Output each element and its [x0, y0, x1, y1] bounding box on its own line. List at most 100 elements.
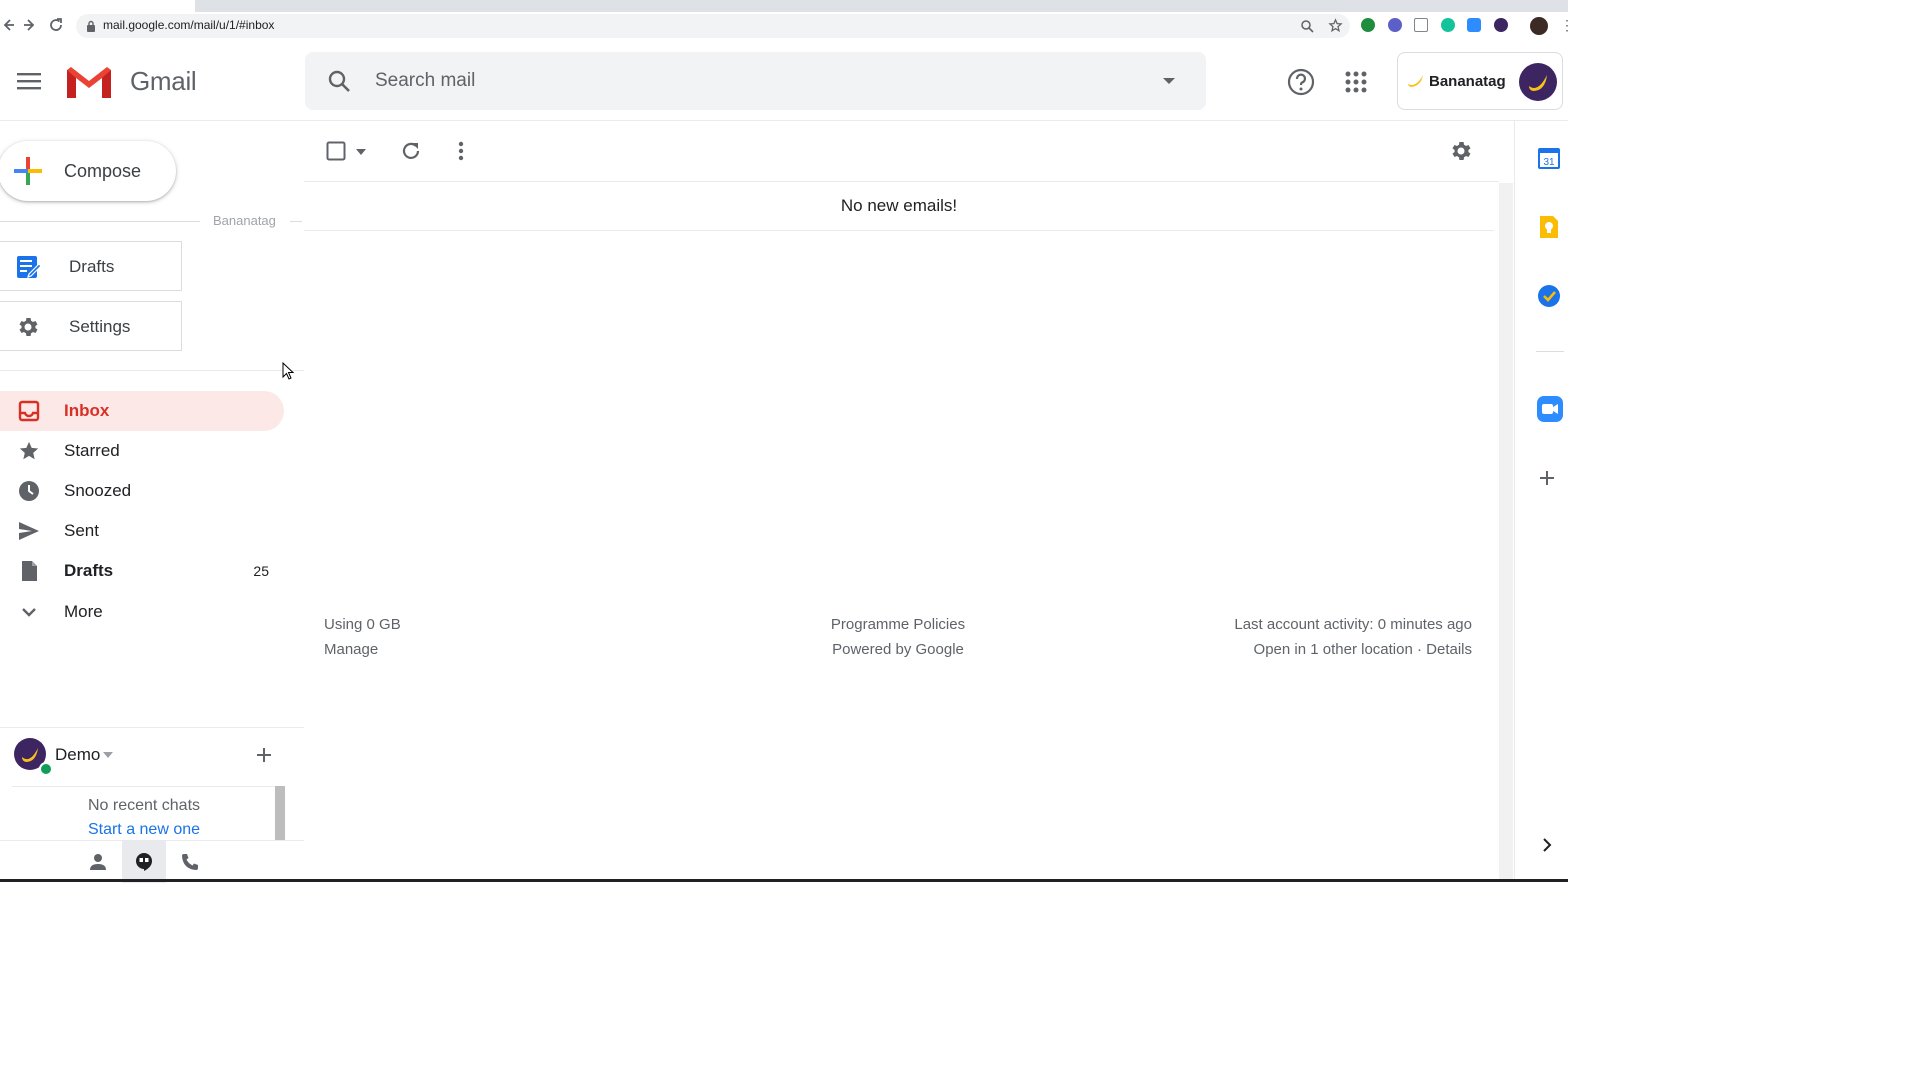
- keep-icon[interactable]: [1537, 215, 1561, 239]
- extension-grammarly-icon[interactable]: [1441, 18, 1455, 32]
- section-divider: [290, 221, 302, 222]
- draft-file-icon: [18, 560, 40, 582]
- chat-scrollbar[interactable]: [275, 786, 285, 840]
- gmail-logo-icon[interactable]: [64, 64, 114, 102]
- header-divider: [0, 120, 1568, 121]
- tab-calls[interactable]: [168, 841, 212, 883]
- sidebar-item-sent[interactable]: Sent: [0, 511, 284, 551]
- back-icon[interactable]: [0, 17, 16, 33]
- sidebar-item-label: Sent: [64, 521, 99, 540]
- expand-panel-chevron-icon[interactable]: [1541, 837, 1553, 853]
- programme-policies-link[interactable]: Programme Policies: [798, 616, 998, 633]
- browser-profile-avatar[interactable]: [1530, 17, 1548, 35]
- zoom-icon[interactable]: [1300, 19, 1314, 33]
- browser-menu-icon[interactable]: ⋮: [1560, 18, 1574, 32]
- side-panel: 31: [1514, 121, 1568, 882]
- sidebar-item-label: Snoozed: [64, 481, 132, 500]
- main-scrollbar[interactable]: [1499, 183, 1513, 882]
- refresh-icon[interactable]: [400, 140, 422, 162]
- bananatag-label: Bananatag: [1429, 73, 1506, 90]
- account-avatar[interactable]: [1519, 63, 1557, 101]
- tasks-icon[interactable]: [1537, 284, 1561, 308]
- bananatag-drafts-button[interactable]: Drafts: [0, 241, 182, 291]
- inbox-icon: [18, 400, 40, 422]
- browser-toolbar: mail.google.com/mail/u/1/#inbox ⋮: [0, 12, 1574, 40]
- google-apps-grid-icon[interactable]: [1344, 70, 1368, 94]
- sidebar-item-label: Inbox: [64, 401, 110, 420]
- mouse-cursor-icon: [282, 362, 296, 382]
- sidebar-item-label: Drafts: [64, 561, 114, 580]
- tab-hangouts[interactable]: [122, 841, 166, 883]
- hangouts-quote-icon: [136, 853, 152, 871]
- forward-icon[interactable]: [22, 17, 38, 33]
- list-divider: [304, 230, 1494, 231]
- extension-feather-icon[interactable]: [1388, 18, 1402, 32]
- manage-storage-link[interactable]: Manage: [324, 641, 378, 658]
- side-panel-divider: [1536, 351, 1564, 352]
- edit-drafts-icon: [16, 255, 42, 279]
- empty-inbox-message: No new emails!: [840, 196, 958, 215]
- toolbar-divider: [304, 181, 1499, 182]
- settings-gear-icon[interactable]: [1449, 139, 1473, 163]
- chevron-down-icon: [18, 601, 40, 623]
- screen-bottom-edge: [0, 879, 1568, 882]
- help-icon[interactable]: [1286, 67, 1316, 97]
- extension-c-icon[interactable]: [1414, 18, 1428, 32]
- drafts-count-badge: 25: [253, 563, 269, 579]
- hangouts-tabs: [0, 840, 304, 883]
- select-all-checkbox[interactable]: [326, 141, 346, 161]
- new-chat-plus-icon[interactable]: [254, 745, 274, 765]
- extension-bananatag-icon[interactable]: [1494, 18, 1508, 32]
- gear-icon: [16, 315, 40, 339]
- sidebar-item-snoozed[interactable]: Snoozed: [0, 471, 284, 511]
- main-menu-icon[interactable]: [16, 70, 42, 92]
- chat-user-name[interactable]: Demo: [55, 745, 100, 765]
- add-addon-plus-icon[interactable]: [1537, 468, 1557, 488]
- banana-icon: [1406, 71, 1426, 91]
- activity-details-link[interactable]: Open in 1 other location · Details: [1072, 641, 1472, 658]
- zoom-addon-icon[interactable]: [1537, 396, 1563, 422]
- gmail-wordmark[interactable]: Gmail: [130, 66, 197, 97]
- sidebar-item-drafts[interactable]: Drafts 25: [0, 551, 284, 591]
- recent-chats-panel: No recent chats Start a new one: [12, 786, 285, 840]
- calendar-icon[interactable]: 31: [1537, 146, 1561, 170]
- lock-icon: [86, 20, 96, 32]
- browser-tabstrip: [0, 0, 1568, 12]
- sidebar-item-inbox[interactable]: Inbox: [0, 391, 284, 431]
- sidebar-item-label: Starred: [64, 441, 120, 460]
- nav-divider: [0, 370, 304, 371]
- sidebar-item-more[interactable]: More: [0, 592, 284, 632]
- hangouts-divider: [0, 727, 304, 728]
- search-options-caret-icon[interactable]: [1161, 76, 1177, 86]
- chat-status-caret-icon[interactable]: [103, 752, 113, 758]
- sidebar-item-label: More: [64, 602, 103, 621]
- bookmark-star-icon[interactable]: [1328, 18, 1343, 33]
- reload-icon[interactable]: [48, 17, 64, 33]
- section-divider: [0, 221, 200, 222]
- extension-zoom-icon[interactable]: [1467, 18, 1481, 32]
- compose-label: Compose: [64, 161, 142, 181]
- search-bar[interactable]: [305, 52, 1206, 110]
- select-options-caret-icon[interactable]: [355, 148, 367, 156]
- person-icon: [90, 854, 106, 870]
- bananatag-settings-label: Settings: [69, 317, 131, 336]
- bananatag-drafts-label: Drafts: [69, 257, 115, 276]
- bananatag-settings-button[interactable]: Settings: [0, 301, 182, 351]
- clock-icon: [18, 480, 40, 502]
- tab-contacts[interactable]: [76, 841, 120, 883]
- storage-usage-text: Using 0 GB: [324, 616, 401, 633]
- compose-button[interactable]: Compose: [0, 141, 176, 201]
- start-new-chat-link[interactable]: Start a new one: [12, 821, 276, 839]
- bananatag-account-button[interactable]: Bananatag: [1397, 52, 1563, 110]
- phone-icon: [182, 854, 198, 870]
- address-url: mail.google.com/mail/u/1/#inbox: [103, 18, 275, 32]
- sidebar-item-starred[interactable]: Starred: [0, 431, 284, 471]
- more-options-icon[interactable]: [451, 140, 471, 162]
- powered-by-google-text: Powered by Google: [832, 641, 964, 658]
- address-bar[interactable]: mail.google.com/mail/u/1/#inbox: [76, 14, 1350, 38]
- svg-text:31: 31: [1543, 157, 1555, 168]
- search-icon[interactable]: [327, 69, 351, 93]
- search-input[interactable]: [375, 65, 1135, 97]
- browser-tab[interactable]: [0, 0, 195, 12]
- extension-check-icon[interactable]: [1361, 18, 1375, 32]
